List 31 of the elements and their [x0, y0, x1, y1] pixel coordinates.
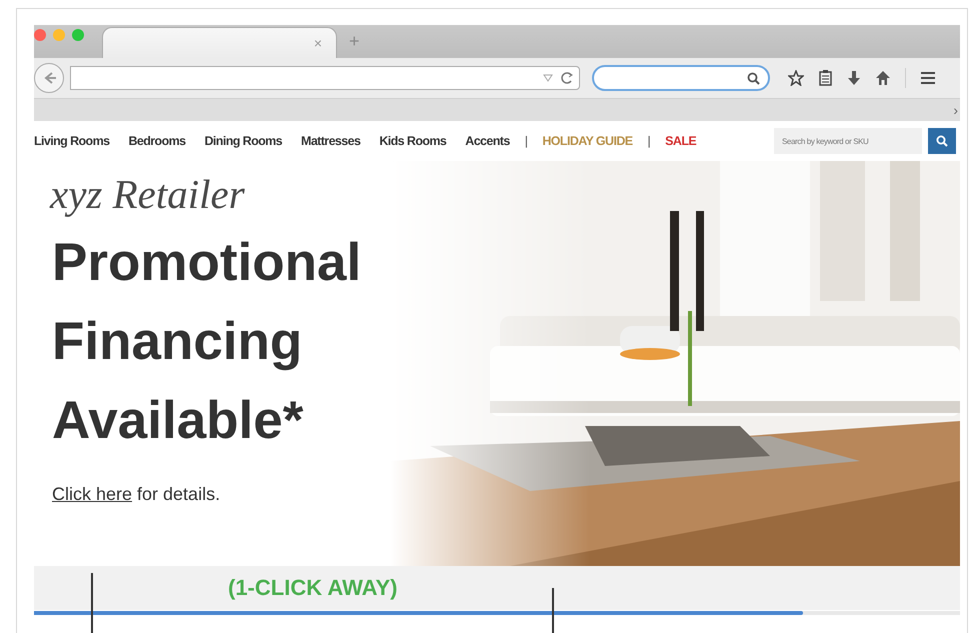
nav-link[interactable]: Kids Rooms [379, 134, 446, 148]
overflow-button[interactable]: › [953, 102, 958, 118]
nav-link[interactable]: Accents [465, 134, 510, 148]
back-button[interactable] [34, 63, 64, 93]
search-icon [936, 135, 948, 147]
nav-link[interactable]: Dining Rooms [204, 134, 282, 148]
details-link[interactable]: Click here [52, 484, 132, 504]
search-field[interactable]: Search by keyword or SKU [774, 128, 922, 154]
search-field[interactable] [592, 65, 770, 91]
clipboard-icon[interactable] [818, 70, 833, 86]
home-icon[interactable] [875, 70, 891, 86]
nav-link[interactable]: SALE [665, 134, 696, 148]
nav-link[interactable]: Mattresses [301, 134, 360, 148]
promo-text: (1-CLICK AWAY) [228, 575, 398, 601]
search-button[interactable] [928, 128, 956, 154]
nav-link[interactable]: Bedrooms [128, 134, 186, 148]
callout-line [91, 573, 93, 633]
logo: xyz Retailer [50, 170, 245, 219]
details-text: Click here for details. [52, 484, 220, 505]
nav-separator: | [524, 134, 528, 148]
star-icon[interactable] [788, 70, 804, 86]
menu-icon[interactable] [920, 70, 936, 86]
address-field[interactable] [70, 66, 580, 90]
headline: Promotional [52, 232, 362, 294]
download-icon[interactable] [847, 70, 861, 86]
nav-link[interactable]: Living Rooms [34, 134, 110, 148]
nav-separator: | [648, 134, 650, 148]
headline: Financing [52, 311, 304, 373]
reload-icon[interactable] [559, 71, 573, 85]
headline: Available* [52, 390, 304, 452]
search-icon [747, 72, 760, 84]
